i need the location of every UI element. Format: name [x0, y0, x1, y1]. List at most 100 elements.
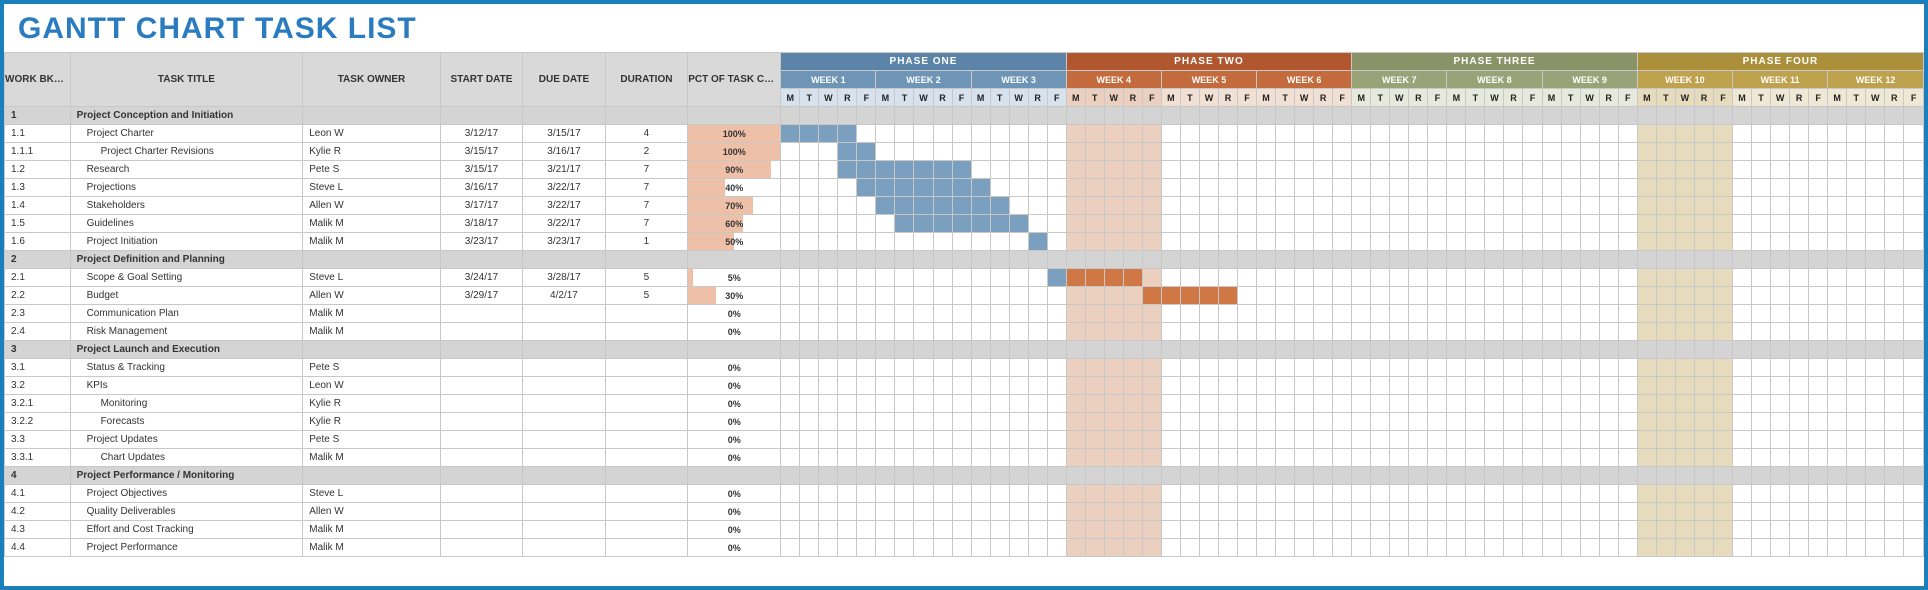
- gantt-day-cell: [952, 197, 971, 215]
- owner-cell: Steve L: [303, 179, 440, 197]
- gantt-table: WORK BKDN STRUCTURETASK TITLETASK OWNERS…: [4, 52, 1924, 557]
- gantt-day-cell: [1104, 503, 1123, 521]
- gantt-day-cell: [1142, 125, 1161, 143]
- task-title-cell: Monitoring: [70, 395, 303, 413]
- gantt-day-cell: [1504, 179, 1523, 197]
- due-cell: [523, 539, 605, 557]
- gantt-day-cell: [1561, 251, 1580, 269]
- gantt-day-cell: [895, 431, 914, 449]
- gantt-day-cell: [1866, 377, 1885, 395]
- gantt-day-cell: [1599, 377, 1618, 395]
- gantt-day-cell: [1618, 143, 1637, 161]
- gantt-day-cell: [1866, 233, 1885, 251]
- due-cell: 3/16/17: [523, 143, 605, 161]
- gantt-day-cell: [1656, 413, 1675, 431]
- day-header: M: [1447, 89, 1466, 107]
- gantt-day-cell: [876, 107, 895, 125]
- gantt-day-cell: [857, 143, 876, 161]
- gantt-day-cell: [1809, 341, 1828, 359]
- gantt-day-cell: [1771, 233, 1790, 251]
- duration-cell: 7: [605, 197, 687, 215]
- start-cell: [440, 341, 522, 359]
- gantt-day-cell: [1561, 323, 1580, 341]
- gantt-day-cell: [1485, 539, 1504, 557]
- day-header: W: [1485, 89, 1504, 107]
- gantt-day-cell: [914, 413, 933, 431]
- gantt-day-cell: [1599, 359, 1618, 377]
- gantt-day-cell: [1295, 395, 1314, 413]
- gantt-day-cell: [1333, 539, 1352, 557]
- gantt-day-cell: [1752, 521, 1771, 539]
- gantt-day-cell: [1180, 215, 1199, 233]
- gantt-day-cell: [1352, 395, 1371, 413]
- gantt-day-cell: [876, 143, 895, 161]
- gantt-day-cell: [1523, 413, 1542, 431]
- gantt-day-cell: [1333, 107, 1352, 125]
- duration-cell: [605, 359, 687, 377]
- gantt-day-cell: [1161, 107, 1180, 125]
- gantt-day-cell: [1885, 395, 1904, 413]
- pct-cell: 40%: [688, 179, 781, 197]
- gantt-day-cell: [1637, 485, 1656, 503]
- gantt-day-cell: [876, 197, 895, 215]
- gantt-day-cell: [1847, 215, 1866, 233]
- gantt-day-cell: [1656, 431, 1675, 449]
- gantt-day-cell: [1409, 521, 1428, 539]
- gantt-day-cell: [1694, 395, 1713, 413]
- day-header: M: [1352, 89, 1371, 107]
- gantt-day-cell: [1866, 503, 1885, 521]
- gantt-day-cell: [1904, 107, 1924, 125]
- gantt-day-cell: [1066, 449, 1085, 467]
- gantt-day-cell: [1504, 269, 1523, 287]
- gantt-day-cell: [1504, 341, 1523, 359]
- gantt-day-cell: [1618, 503, 1637, 521]
- gantt-day-cell: [1542, 467, 1561, 485]
- gantt-day-cell: [800, 233, 819, 251]
- gantt-day-cell: [1199, 521, 1218, 539]
- gantt-day-cell: [1276, 251, 1295, 269]
- gantt-day-cell: [1847, 359, 1866, 377]
- gantt-day-cell: [1428, 107, 1447, 125]
- gantt-day-cell: [1066, 251, 1085, 269]
- day-header: F: [1428, 89, 1447, 107]
- gantt-day-cell: [1675, 125, 1694, 143]
- gantt-day-cell: [1218, 413, 1237, 431]
- gantt-day-cell: [1828, 377, 1847, 395]
- gantt-day-cell: [1104, 341, 1123, 359]
- gantt-day-cell: [1847, 467, 1866, 485]
- wbs-cell: 3.2.1: [5, 395, 71, 413]
- gantt-day-cell: [1238, 305, 1257, 323]
- gantt-day-cell: [781, 269, 800, 287]
- gantt-day-cell: [1333, 143, 1352, 161]
- gantt-day-cell: [1656, 161, 1675, 179]
- gantt-day-cell: [1371, 413, 1390, 431]
- pct-text: 0%: [688, 359, 780, 376]
- gantt-day-cell: [1485, 323, 1504, 341]
- gantt-day-cell: [1295, 449, 1314, 467]
- task-title-cell: Project Definition and Planning: [70, 251, 303, 269]
- day-header: T: [1561, 89, 1580, 107]
- gantt-day-cell: [933, 125, 952, 143]
- gantt-day-cell: [914, 287, 933, 305]
- gantt-day-cell: [1542, 341, 1561, 359]
- gantt-day-cell: [1885, 431, 1904, 449]
- due-cell: 3/22/17: [523, 179, 605, 197]
- gantt-day-cell: [914, 449, 933, 467]
- gantt-day-cell: [1733, 251, 1752, 269]
- gantt-day-cell: [800, 449, 819, 467]
- gantt-day-cell: [1866, 359, 1885, 377]
- gantt-day-cell: [1371, 305, 1390, 323]
- gantt-day-cell: [1466, 197, 1485, 215]
- gantt-day-cell: [1314, 539, 1333, 557]
- gantt-day-cell: [1523, 161, 1542, 179]
- gantt-day-cell: [1885, 503, 1904, 521]
- pct-cell: 0%: [688, 395, 781, 413]
- gantt-day-cell: [1580, 521, 1599, 539]
- gantt-day-cell: [1047, 503, 1066, 521]
- gantt-day-cell: [1847, 413, 1866, 431]
- pct-text: 0%: [688, 485, 780, 502]
- start-cell: [440, 305, 522, 323]
- gantt-day-cell: [838, 485, 857, 503]
- gantt-day-cell: [1504, 233, 1523, 251]
- wbs-cell: 1.2: [5, 161, 71, 179]
